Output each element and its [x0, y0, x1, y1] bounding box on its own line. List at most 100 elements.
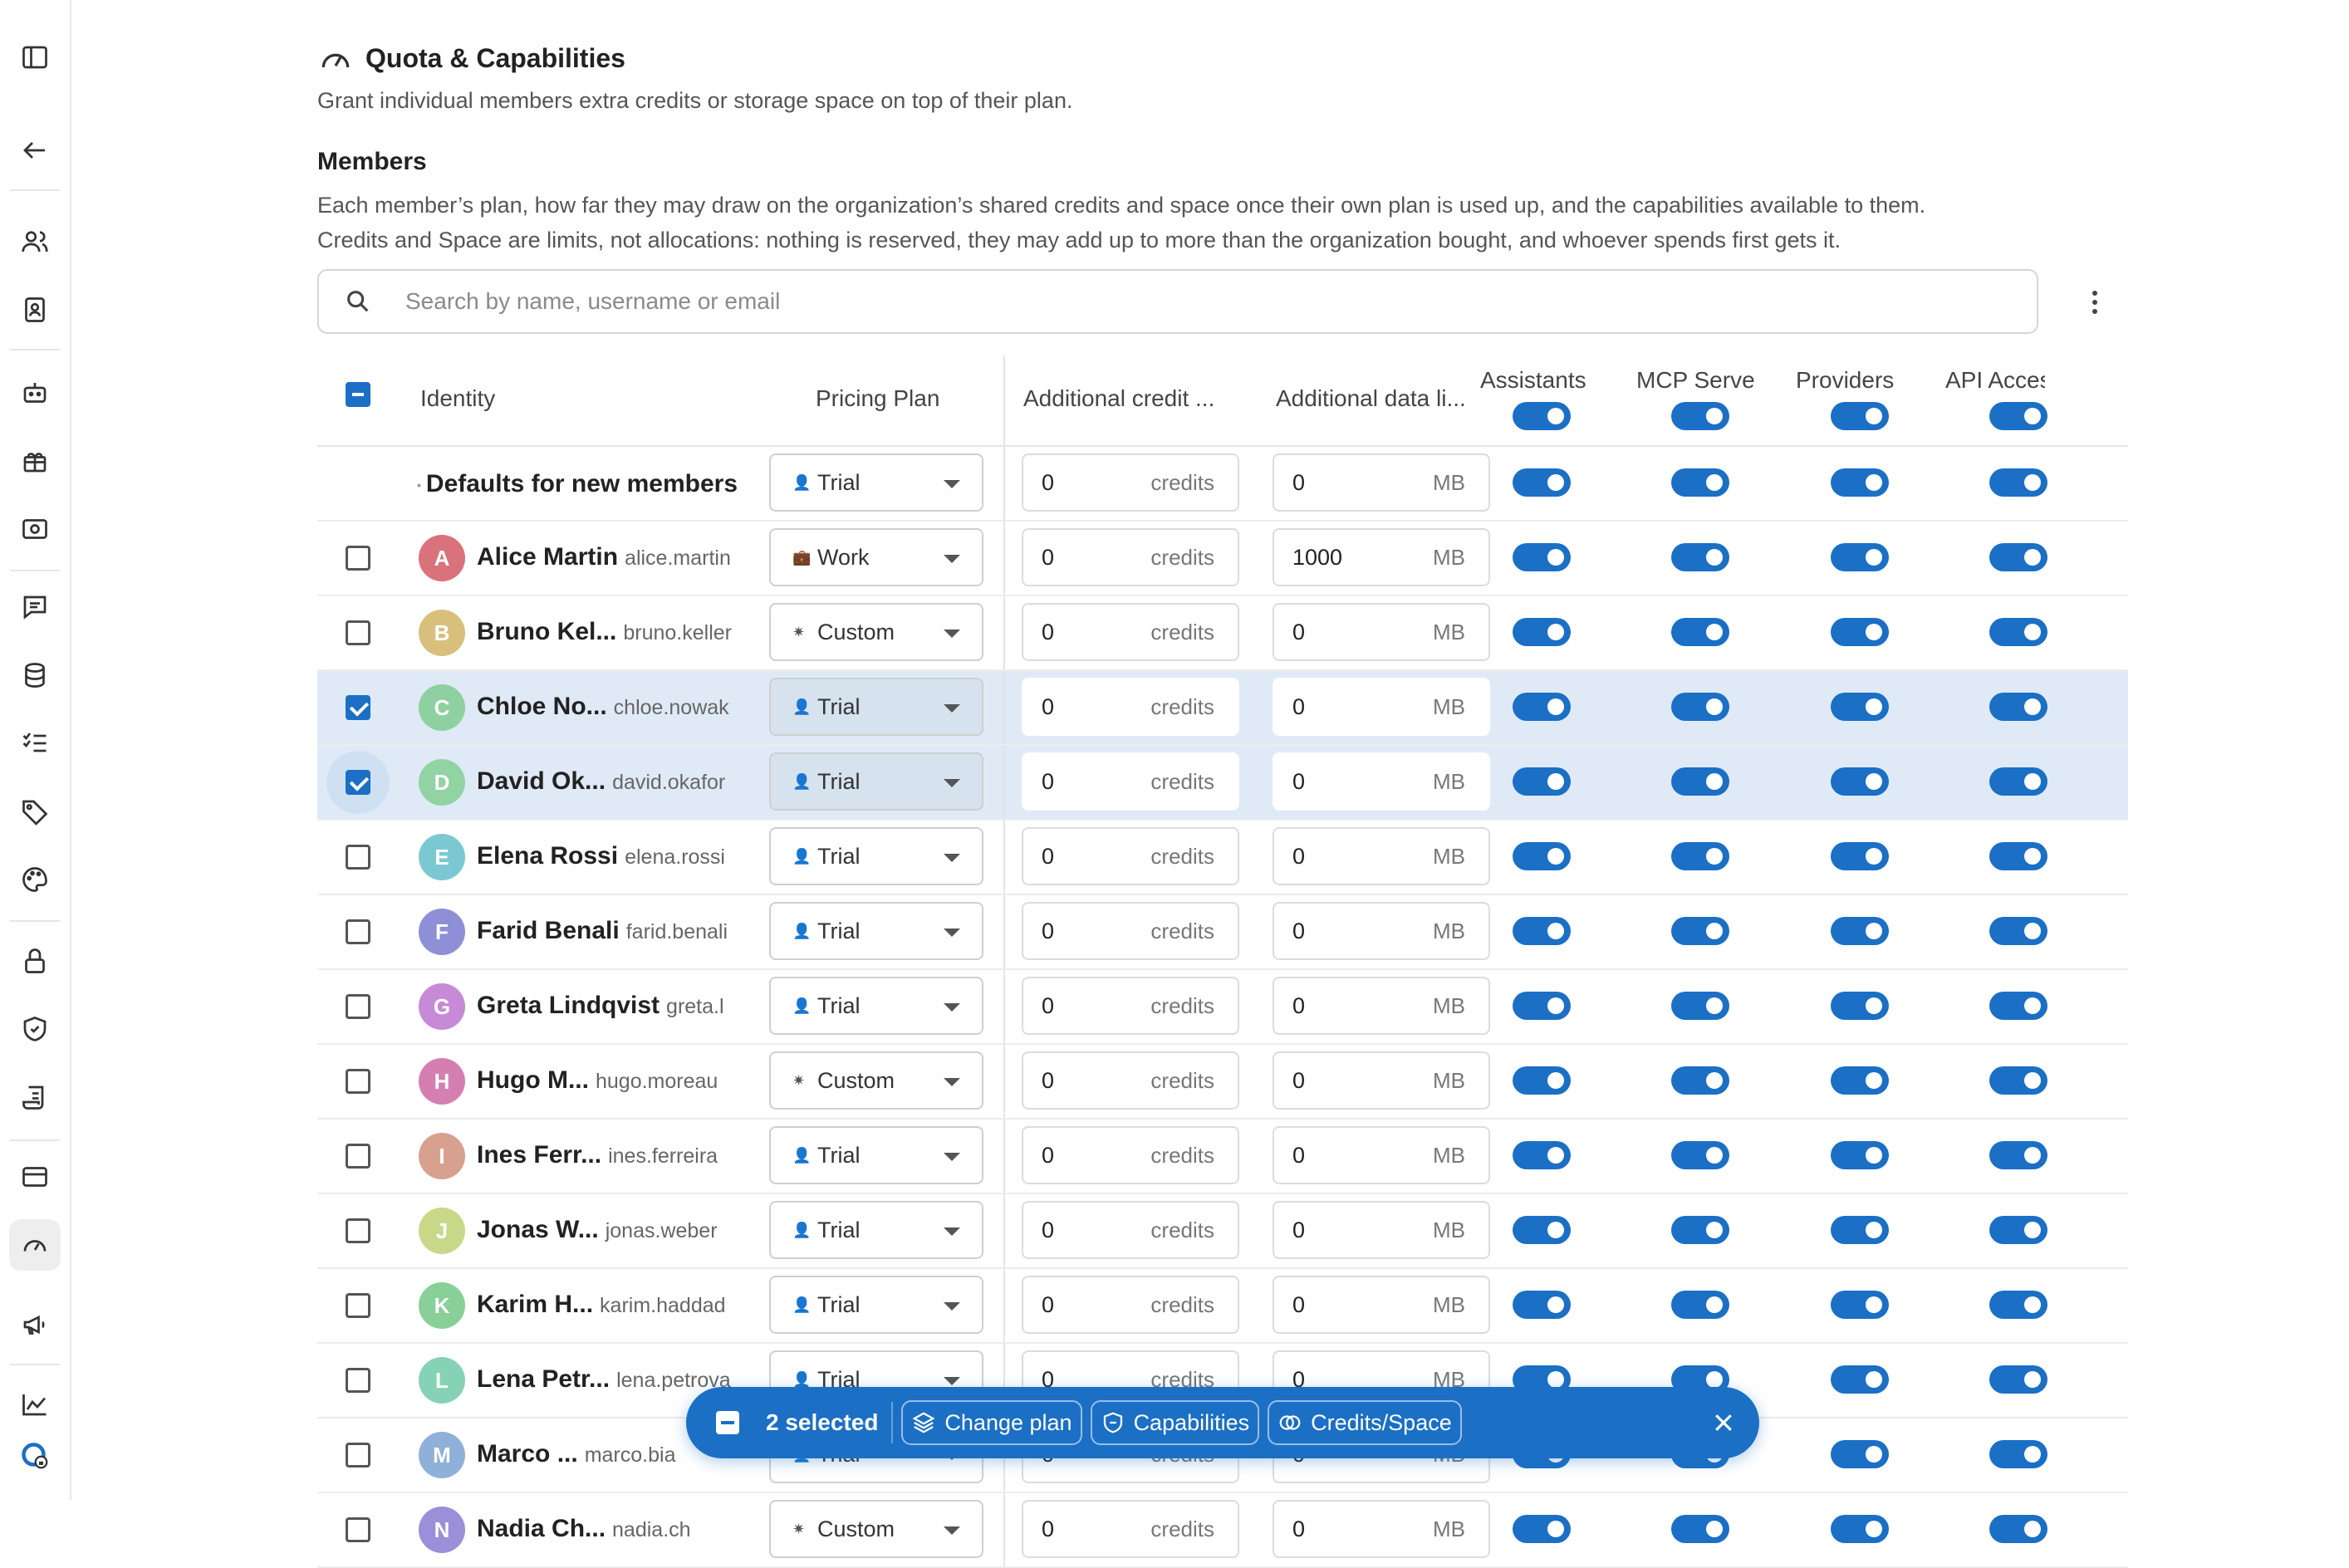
gauge-icon[interactable] [9, 1219, 61, 1271]
row-checkbox[interactable] [346, 1293, 370, 1318]
table-row[interactable]: N Nadia Ch... nadia.ch ✷ Custom 0 credits 0 MB [317, 1493, 2128, 1568]
api-toggle[interactable] [1989, 1141, 2047, 1169]
providers-toggle[interactable] [1831, 917, 1889, 945]
assistants-toggle[interactable] [1513, 767, 1571, 796]
assistants-toggle[interactable] [1513, 543, 1571, 571]
column-api-access[interactable]: API Acces: [1945, 367, 2045, 394]
mcp-toggle[interactable] [1671, 618, 1729, 646]
credits-field[interactable]: 0 credits [1022, 1126, 1239, 1184]
plan-select[interactable]: 👤 Trial [769, 977, 983, 1035]
data-limit-field[interactable]: 0 MB [1273, 603, 1490, 661]
credits-field[interactable]: 0 credits [1022, 977, 1239, 1035]
assistants-toggle[interactable] [1513, 842, 1571, 870]
select-all-checkbox[interactable] [346, 382, 370, 407]
deselect-checkbox[interactable] [716, 1411, 739, 1434]
assistants-toggle[interactable] [1513, 1141, 1571, 1169]
credits-field[interactable]: 0 credits [1022, 678, 1239, 736]
column-providers[interactable]: Providers [1796, 367, 1894, 394]
more-options-icon[interactable] [2080, 286, 2110, 319]
row-checkbox[interactable] [346, 1368, 370, 1393]
row-checkbox[interactable] [346, 1443, 370, 1468]
table-row[interactable]: G Greta Lindqvist greta.l 👤 Trial 0 credits 0 MB [317, 970, 2128, 1045]
credits-field[interactable]: 0 credits [1022, 1276, 1239, 1334]
providers-all-toggle[interactable] [1831, 402, 1889, 430]
plan-select[interactable]: 👤 Trial [769, 902, 983, 960]
row-checkbox[interactable] [346, 1218, 370, 1243]
plan-select[interactable]: 👤 Trial [769, 1126, 983, 1184]
data-limit-field[interactable]: 0 MB [1273, 977, 1490, 1035]
data-limit-field[interactable]: 0 MB [1273, 453, 1490, 512]
capabilities-button[interactable]: Capabilities [1090, 1400, 1260, 1445]
shield-icon[interactable] [9, 1003, 61, 1055]
column-mcp-servers[interactable]: MCP Serve [1636, 367, 1755, 394]
scroll-icon[interactable] [9, 1071, 61, 1123]
providers-toggle[interactable] [1831, 767, 1889, 796]
api-toggle[interactable] [1989, 1440, 2047, 1468]
lock-icon[interactable] [9, 935, 61, 987]
api-toggle[interactable] [1989, 543, 2047, 571]
mcp-all-toggle[interactable] [1671, 402, 1729, 430]
sidebar-toggle-icon[interactable] [9, 32, 61, 83]
credits-field[interactable]: 0 credits [1022, 902, 1239, 960]
row-checkbox[interactable] [346, 1144, 370, 1169]
search-box[interactable] [317, 269, 2038, 334]
assistants-toggle[interactable] [1513, 1066, 1571, 1095]
api-toggle[interactable] [1989, 1365, 2047, 1394]
api-toggle[interactable] [1989, 468, 2047, 497]
credits-field[interactable]: 0 credits [1022, 528, 1239, 586]
row-checkbox[interactable] [346, 620, 370, 645]
row-checkbox[interactable] [346, 994, 370, 1019]
users-icon[interactable] [9, 216, 61, 267]
credits-field[interactable]: 0 credits [1022, 827, 1239, 885]
assistants-toggle[interactable] [1513, 618, 1571, 646]
tag-icon[interactable] [9, 786, 61, 837]
row-checkbox[interactable] [346, 1517, 370, 1542]
mcp-toggle[interactable] [1671, 1216, 1729, 1244]
assistants-toggle[interactable] [1513, 1291, 1571, 1319]
plan-select[interactable]: 👤 Trial [769, 1201, 983, 1259]
bot-icon[interactable] [9, 367, 61, 419]
mcp-toggle[interactable] [1671, 1066, 1729, 1095]
plan-select[interactable]: 💼 Work [769, 528, 983, 586]
assistants-toggle[interactable] [1513, 917, 1571, 945]
providers-toggle[interactable] [1831, 1515, 1889, 1543]
row-checkbox[interactable] [346, 546, 370, 571]
providers-toggle[interactable] [1831, 1291, 1889, 1319]
assistants-toggle[interactable] [1513, 468, 1571, 497]
assistants-toggle[interactable] [1513, 1216, 1571, 1244]
credits-field[interactable]: 0 credits [1022, 1201, 1239, 1259]
data-limit-field[interactable]: 0 MB [1273, 902, 1490, 960]
providers-toggle[interactable] [1831, 468, 1889, 497]
checklist-icon[interactable] [9, 718, 61, 769]
providers-toggle[interactable] [1831, 992, 1889, 1020]
data-limit-field[interactable]: 1000 MB [1273, 528, 1490, 586]
column-assistants[interactable]: Assistants [1480, 367, 1586, 394]
table-row[interactable]: D David Ok... david.okafor 👤 Trial 0 credits 0 M… [317, 746, 2128, 821]
api-toggle[interactable] [1989, 1066, 2047, 1095]
row-checkbox[interactable] [346, 770, 370, 795]
megaphone-icon[interactable] [9, 1299, 61, 1350]
mcp-toggle[interactable] [1671, 1515, 1729, 1543]
gift-box-icon[interactable] [9, 435, 61, 487]
credits-field[interactable]: 0 credits [1022, 453, 1239, 512]
table-row[interactable]: H Hugo M... hugo.moreau ✷ Custom 0 credits 0 MB [317, 1045, 2128, 1120]
providers-toggle[interactable] [1831, 618, 1889, 646]
providers-toggle[interactable] [1831, 1365, 1889, 1394]
mcp-toggle[interactable] [1671, 693, 1729, 721]
providers-toggle[interactable] [1831, 543, 1889, 571]
table-row[interactable]: A Alice Martin alice.martin 💼 Work 0 credits 10… [317, 522, 2128, 596]
chart-icon[interactable] [9, 1379, 61, 1430]
row-checkbox[interactable] [346, 1069, 370, 1094]
assistants-toggle[interactable] [1513, 992, 1571, 1020]
api-toggle[interactable] [1989, 1291, 2047, 1319]
api-all-toggle[interactable] [1989, 402, 2047, 430]
api-toggle[interactable] [1989, 1216, 2047, 1244]
api-toggle[interactable] [1989, 992, 2047, 1020]
providers-toggle[interactable] [1831, 842, 1889, 870]
api-toggle[interactable] [1989, 618, 2047, 646]
table-row[interactable]: B Bruno Kel... bruno.keller ✷ Custom 0 credits… [317, 596, 2128, 671]
data-limit-field[interactable]: 0 MB [1273, 1276, 1490, 1334]
close-icon[interactable] [1711, 1410, 1736, 1435]
providers-toggle[interactable] [1831, 1141, 1889, 1169]
row-checkbox[interactable] [346, 695, 370, 720]
